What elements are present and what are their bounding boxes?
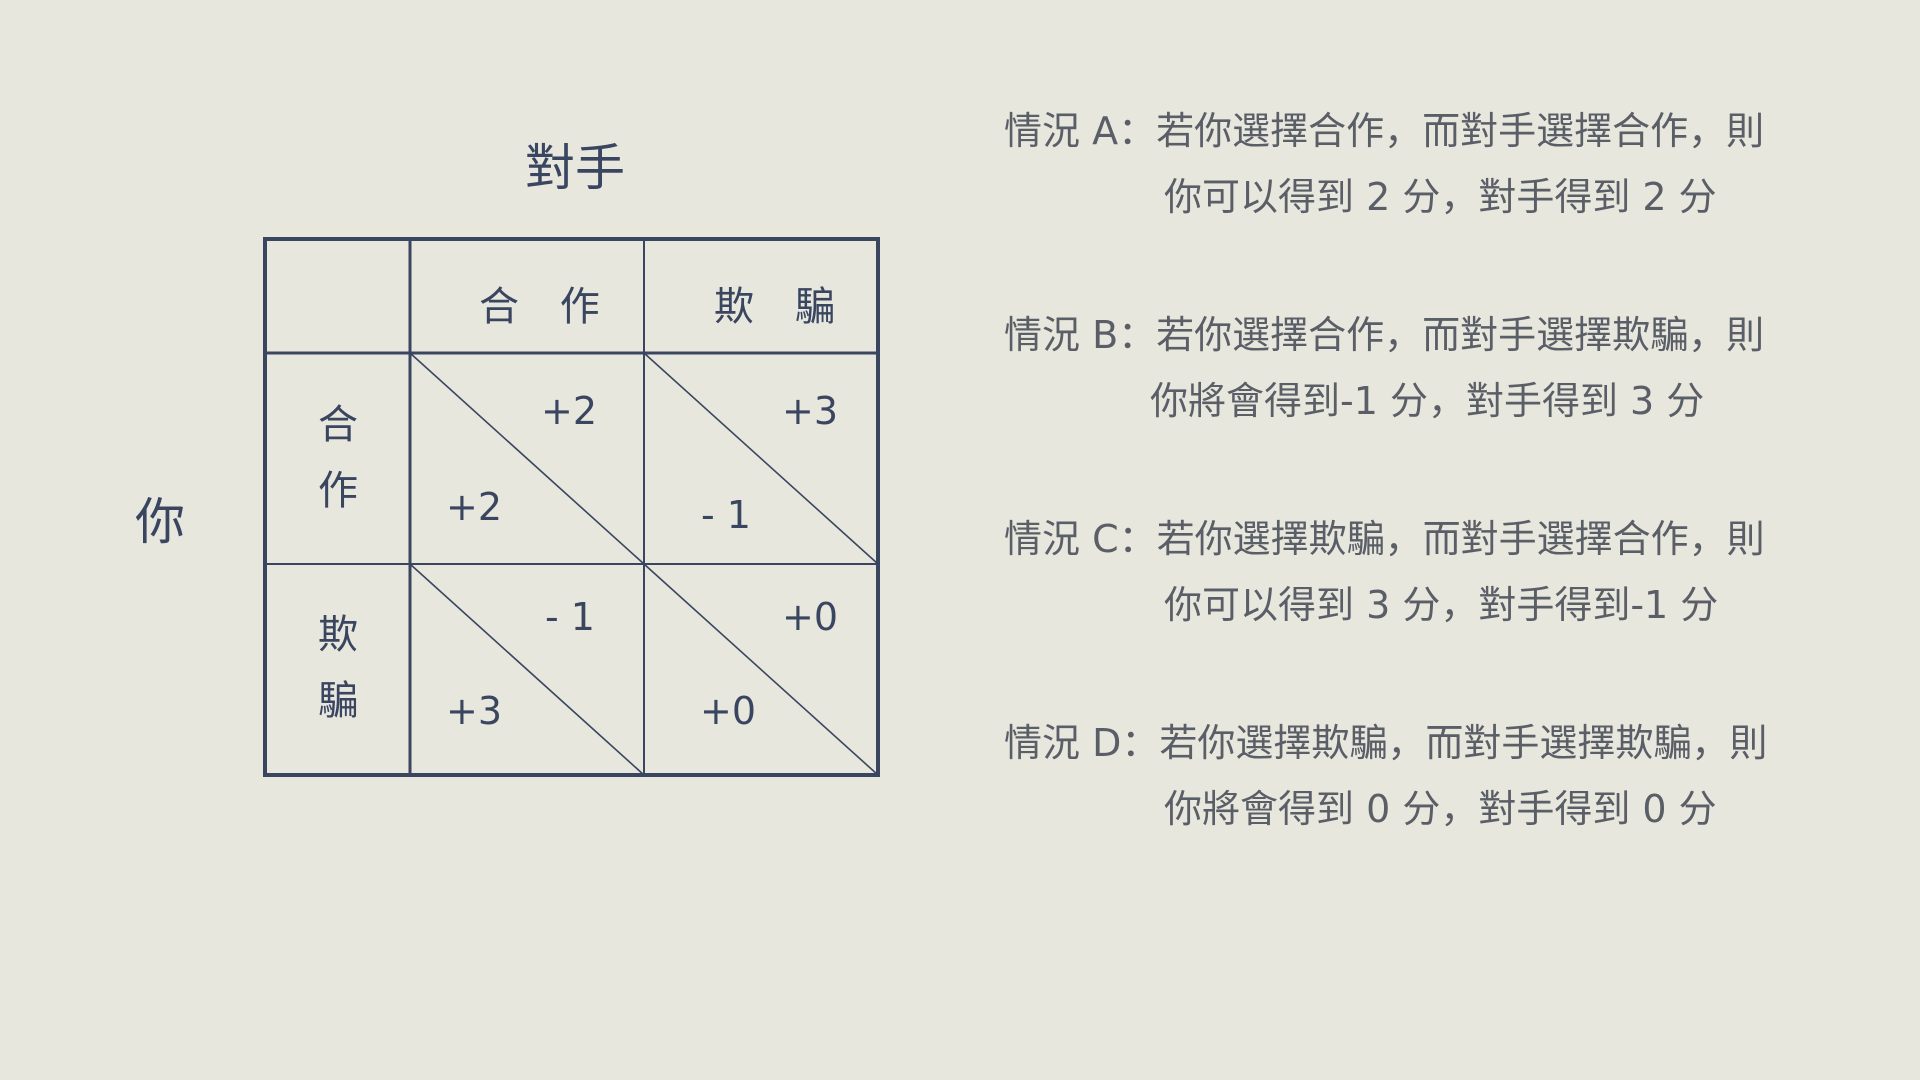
case-b-condition: 情況 B：若你選擇合作，而對手選擇欺騙，則 [1004,313,1765,357]
payoff-dd-you: +0 [700,689,757,733]
case-b-result: 你將會得到-1 分，對手得到 3 分 [1150,379,1705,423]
payoff-dc-opponent: - 1 [545,595,595,639]
col-head-defect: 欺 騙 [714,284,849,330]
payoff-cc-you: +2 [446,485,503,529]
diagonal-dd [643,563,879,776]
case-d-result: 你將會得到 0 分，對手得到 0 分 [1164,787,1717,831]
you-label: 你 [135,493,185,551]
case-c-condition: 情況 C：若你選擇欺騙，而對手選擇合作，則 [1004,517,1765,561]
case-list: 情況 A：若你選擇合作，而對手選擇合作，則 你可以得到 2 分，對手得到 2 分… [1004,100,1824,916]
col-head-cooperate: 合 作 [479,284,614,330]
case-b: 情況 B：若你選擇合作，而對手選擇欺騙，則 你將會得到-1 分，對手得到 3 分 [1004,304,1824,508]
case-d-condition: 情況 D：若你選擇欺騙，而對手選擇欺騙，則 [1004,721,1768,765]
payoff-cd-opponent: +3 [782,389,839,433]
case-a-condition: 情況 A：若你選擇合作，而對手選擇合作，則 [1004,109,1765,153]
payoff-cc-opponent: +2 [541,389,598,433]
case-c: 情況 C：若你選擇欺騙，而對手選擇合作，則 你可以得到 3 分，對手得到-1 分 [1004,508,1824,712]
row-head-cooperate: 合 作 [318,392,358,524]
diagonal-cd [643,352,879,565]
case-a-result: 你可以得到 2 分，對手得到 2 分 [1164,175,1717,219]
payoff-cd-you: - 1 [701,493,751,537]
payoff-dc-you: +3 [446,689,503,733]
row-head-defect: 欺 騙 [318,602,358,734]
row-head-cooperate-char-2: 作 [318,468,358,514]
row-head-defect-char-1: 欺 [318,612,358,658]
row-head-defect-char-2: 騙 [318,678,358,724]
payoff-matrix: 合 作 欺 騙 合 作 欺 騙 +2 +2 +3 - 1 - 1 +3 +0 +… [263,237,880,777]
payoff-dd-opponent: +0 [782,595,839,639]
case-d: 情況 D：若你選擇欺騙，而對手選擇欺騙，則 你將會得到 0 分，對手得到 0 分 [1004,712,1824,916]
row-head-cooperate-char-1: 合 [318,402,358,448]
diagonal-dc [409,563,645,776]
case-a: 情況 A：若你選擇合作，而對手選擇合作，則 你可以得到 2 分，對手得到 2 分 [1004,100,1824,304]
case-c-result: 你可以得到 3 分，對手得到-1 分 [1164,583,1719,627]
diagonal-cc [409,352,645,565]
opponent-label: 對手 [525,139,625,197]
